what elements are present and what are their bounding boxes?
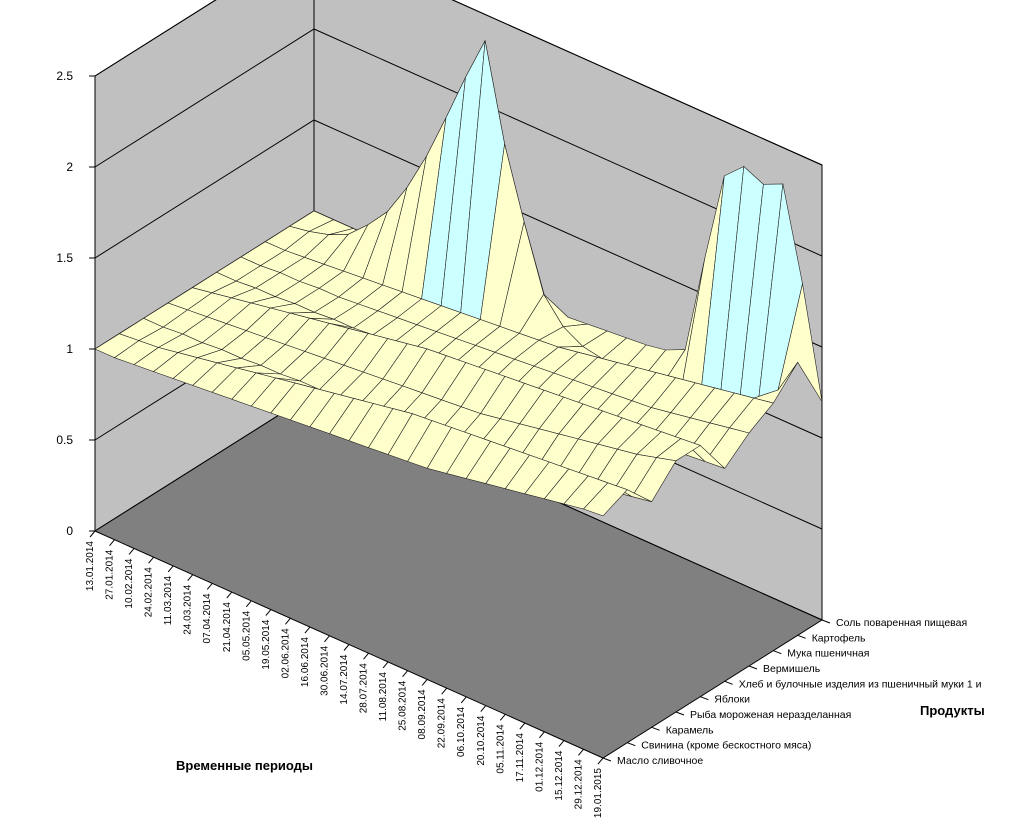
x-tick-label: 05.11.2014 bbox=[495, 724, 506, 774]
z-tick-mark bbox=[821, 619, 831, 624]
x-tick-label: 16.06.2014 bbox=[300, 637, 311, 687]
x-tick-mark bbox=[187, 574, 194, 581]
x-tick-label: 11.08.2014 bbox=[378, 672, 389, 722]
x-tick-mark bbox=[597, 757, 604, 765]
x-tick-mark bbox=[324, 635, 330, 643]
x-tick-mark bbox=[343, 644, 350, 651]
z-tick-mark bbox=[675, 711, 685, 716]
x-tick-mark bbox=[402, 670, 408, 678]
z-tick-label: Хлеб и булочные изделия из пшеничный мук… bbox=[739, 678, 982, 690]
z-tick-mark bbox=[748, 665, 758, 670]
surface-chart: 0 0.5 1 1.5 2 2.5 13.01.2014 27.01.2014 10.02.2… bbox=[56, 0, 985, 818]
x-tick-mark bbox=[363, 652, 369, 660]
x-tick-label: 10.02.2014 bbox=[124, 558, 135, 608]
y-axis: 0 0.5 1 1.5 2 2.5 bbox=[56, 69, 95, 538]
x-tick-label: 27.01.2014 bbox=[105, 549, 116, 599]
z-tick-label: Соль поваренная пищевая bbox=[836, 617, 967, 629]
x-tick-mark bbox=[89, 530, 96, 538]
x-tick-label: 29.12.2014 bbox=[574, 759, 585, 809]
x-tick-label: 19.01.2015 bbox=[593, 768, 604, 818]
x-tick-label: 07.04.2014 bbox=[202, 593, 213, 643]
x-tick-label: 13.01.2014 bbox=[85, 541, 96, 591]
z-tick-mark bbox=[724, 680, 733, 685]
x-tick-mark bbox=[206, 583, 213, 590]
x-tick-label: 22.09.2014 bbox=[437, 698, 448, 748]
x-tick-mark bbox=[226, 591, 233, 599]
x-tick-mark bbox=[265, 609, 272, 616]
x-tick-label: 06.10.2014 bbox=[456, 706, 467, 756]
z-tick-label: Мука пшеничная bbox=[787, 648, 869, 660]
x-tick-label: 15.12.2014 bbox=[554, 750, 565, 800]
z-tick-label: Картофель bbox=[812, 632, 866, 644]
x-tick-mark bbox=[148, 556, 154, 564]
y-tick-label: 2 bbox=[66, 160, 73, 174]
x-tick-mark bbox=[558, 740, 565, 747]
x-tick-label: 28.07.2014 bbox=[359, 663, 370, 713]
x-tick-label: 19.05.2014 bbox=[261, 619, 272, 669]
x-tick-mark bbox=[539, 731, 545, 739]
z-tick-label: Рыба мороженая неразделанная bbox=[690, 709, 851, 721]
z-tick-mark bbox=[602, 757, 612, 762]
x-tick-mark bbox=[128, 548, 135, 555]
x-tick-label: 11.03.2014 bbox=[163, 575, 174, 625]
x-tick-mark bbox=[109, 539, 115, 547]
x-tick-mark bbox=[578, 748, 584, 756]
z-tick-mark bbox=[627, 742, 636, 747]
x-axis-title: Временные периоды bbox=[176, 758, 313, 773]
x-tick-label: 25.08.2014 bbox=[398, 680, 409, 730]
x-tick-label: 08.09.2014 bbox=[417, 689, 428, 739]
x-tick-mark bbox=[167, 565, 174, 573]
x-tick-label: 21.04.2014 bbox=[222, 602, 233, 652]
x-tick-mark bbox=[285, 617, 291, 625]
y-tick-label: 0.5 bbox=[56, 433, 73, 447]
z-tick-mark bbox=[700, 696, 709, 701]
y-tick-label: 2.5 bbox=[56, 69, 73, 83]
x-tick-label: 05.05.2014 bbox=[241, 610, 252, 660]
x-tick-mark bbox=[382, 661, 389, 669]
x-tick-label: 24.03.2014 bbox=[183, 584, 194, 634]
x-tick-mark bbox=[460, 696, 467, 704]
z-tick-label: Яблоки bbox=[714, 694, 750, 706]
z-tick-label: Свинина (кроме бескостного мяса) bbox=[641, 740, 811, 752]
x-tick-label: 17.11.2014 bbox=[515, 733, 526, 783]
x-tick-label: 02.06.2014 bbox=[280, 628, 291, 678]
x-tick-mark bbox=[421, 679, 428, 686]
z-axis-title: Продукты bbox=[920, 703, 985, 718]
y-tick-label: 0 bbox=[66, 524, 73, 538]
x-tick-mark bbox=[304, 626, 311, 634]
x-tick-label: 01.12.2014 bbox=[534, 741, 545, 791]
x-tick-label: 14.07.2014 bbox=[339, 654, 350, 704]
x-tick-label: 20.10.2014 bbox=[476, 715, 487, 765]
x-tick-label: 30.06.2014 bbox=[320, 645, 331, 695]
z-tick-label: Карамель bbox=[666, 724, 714, 736]
z-tick-mark bbox=[651, 726, 660, 731]
z-tick-mark bbox=[797, 634, 806, 639]
x-tick-mark bbox=[441, 687, 448, 695]
z-tick-label: Масло сливочное bbox=[617, 755, 703, 767]
x-tick-mark bbox=[519, 722, 526, 730]
z-tick-mark bbox=[773, 650, 782, 655]
y-tick-label: 1 bbox=[66, 342, 73, 356]
x-tick-mark bbox=[480, 705, 487, 712]
y-tick-label: 1.5 bbox=[56, 251, 73, 265]
z-tick-label: Вермишель bbox=[763, 663, 821, 675]
x-tick-mark bbox=[245, 600, 252, 608]
x-tick-mark bbox=[499, 714, 506, 721]
x-tick-label: 24.02.2014 bbox=[144, 567, 155, 617]
